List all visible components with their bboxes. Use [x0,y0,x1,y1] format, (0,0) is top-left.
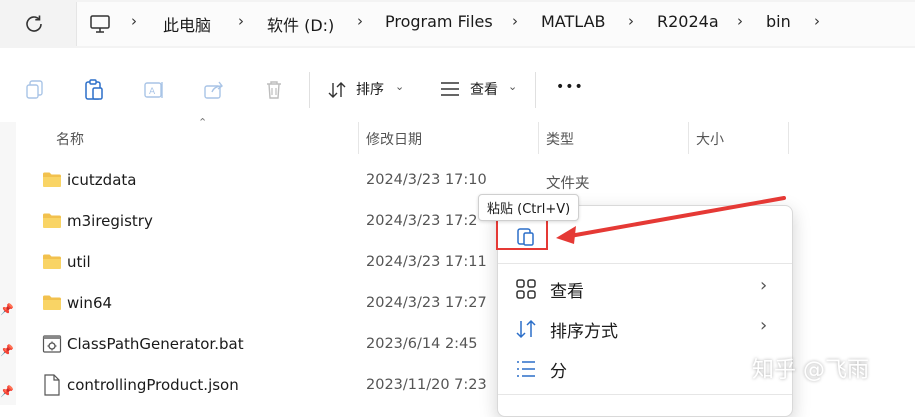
sort-indicator-icon: ⌃ [198,116,208,129]
copy-icon [26,80,43,99]
list-item[interactable]: util 2024/3/23 17:11 [24,245,494,281]
menu-item-view[interactable]: 查看 › [498,269,792,309]
share-button[interactable] [198,74,230,106]
menu-item-label: 分 [550,362,567,382]
delete-button[interactable] [258,74,290,106]
file-modified: 2023/11/20 7:23 [366,377,487,393]
menu-item-label: 排序方式 [550,322,618,342]
breadcrumb-program-files[interactable]: Program Files [385,12,493,31]
folder-icon [43,295,61,310]
view-button[interactable]: 查看 [470,79,498,99]
trash-icon [267,81,281,99]
list-item[interactable]: m3iregistry 2024/3/23 17:2 [24,204,494,240]
rename-button[interactable]: A [138,74,170,106]
list-item[interactable]: ClassPathGenerator.bat 2023/6/14 2:45 [24,327,494,363]
rename-icon: A [144,82,163,98]
breadcrumb-chevron-icon[interactable]: › [357,12,363,30]
breadcrumb-chevron-icon[interactable]: › [238,12,244,30]
toolbar-divider [309,72,310,108]
column-header-modified[interactable]: 修改日期 [366,129,422,149]
breadcrumb-drive-d[interactable]: 软件 (D:) [267,12,334,36]
file-modified: 2024/3/23 17:11 [366,254,487,270]
breadcrumb-this-pc[interactable]: 此电脑 [163,12,211,36]
column-header-size[interactable]: 大小 [696,129,724,149]
refresh-icon[interactable] [22,12,46,36]
navigation-pane-edge [0,122,16,405]
breadcrumb-chevron-icon[interactable]: › [628,12,634,30]
watermark: 知乎 @飞雨 [752,358,869,383]
breadcrumb-matlab[interactable]: MATLAB [541,12,605,31]
column-header-name[interactable]: 名称 [56,129,84,149]
toolbar-divider [535,72,536,108]
column-divider[interactable] [358,122,359,154]
file-modified: 2024/3/23 17:27 [366,295,487,311]
svg-text:A: A [149,87,156,97]
file-modified: 2024/3/23 17:10 [366,172,487,188]
file-name: ClassPathGenerator.bat [67,335,244,353]
breadcrumb-chevron-icon[interactable]: › [737,12,743,30]
annotation-arrow [556,196,786,244]
sort-button[interactable]: 排序 [356,79,384,99]
sort-icon [327,80,347,100]
list-item[interactable]: controllingProduct.json 2023/11/20 7:23 [24,368,494,404]
sort-icon [516,319,536,339]
list-item[interactable]: win64 2024/3/23 17:27 [24,286,494,322]
chevron-right-icon: › [760,275,768,296]
menu-separator [498,263,792,264]
menu-item-label: 查看 [550,282,584,302]
list-item[interactable]: icutzdata 2024/3/23 17:10 [24,163,504,199]
pin-icon: 📌 [0,303,14,316]
file-modified: 2023/6/14 2:45 [366,336,478,352]
json-file-icon [44,374,60,396]
chevron-down-icon: ⌄ [508,80,518,93]
column-divider[interactable] [788,122,789,154]
group-icon [517,361,535,377]
file-name: icutzdata [67,171,137,189]
grid-icon [516,279,536,299]
paste-icon [85,79,103,100]
column-divider[interactable] [538,122,539,154]
share-icon [204,81,223,99]
copy-button[interactable] [19,74,51,106]
column-divider[interactable] [688,122,689,154]
pin-icon: 📌 [0,344,14,357]
folder-icon [43,254,61,269]
breadcrumb-chevron-icon[interactable]: › [131,12,137,30]
menu-item-sort-by[interactable]: 排序方式 › [498,309,792,349]
folder-icon [43,213,61,228]
paste-button[interactable] [78,74,110,106]
column-header-type[interactable]: 类型 [546,129,574,149]
computer-icon [88,12,112,36]
menu-item-group-by[interactable]: 分 [498,349,792,389]
bat-file-icon [42,335,62,353]
file-name: win64 [67,294,113,312]
more-options-button[interactable]: ••• [556,79,584,95]
breadcrumb-chevron-icon[interactable]: › [512,12,518,30]
menu-separator [498,394,792,395]
chevron-down-icon: ⌄ [395,80,405,93]
file-name: controllingProduct.json [67,376,239,394]
file-name: m3iregistry [67,212,153,230]
file-name: util [67,253,91,271]
view-icon [440,81,460,97]
breadcrumb-r2024a[interactable]: R2024a [657,12,719,31]
chevron-right-icon: › [760,315,768,336]
folder-icon [43,172,61,187]
breadcrumb-bin[interactable]: bin [766,12,791,31]
file-modified: 2024/3/23 17:2 [366,213,478,229]
breadcrumb-chevron-icon[interactable]: › [814,12,820,30]
pin-icon: 📌 [0,385,14,398]
